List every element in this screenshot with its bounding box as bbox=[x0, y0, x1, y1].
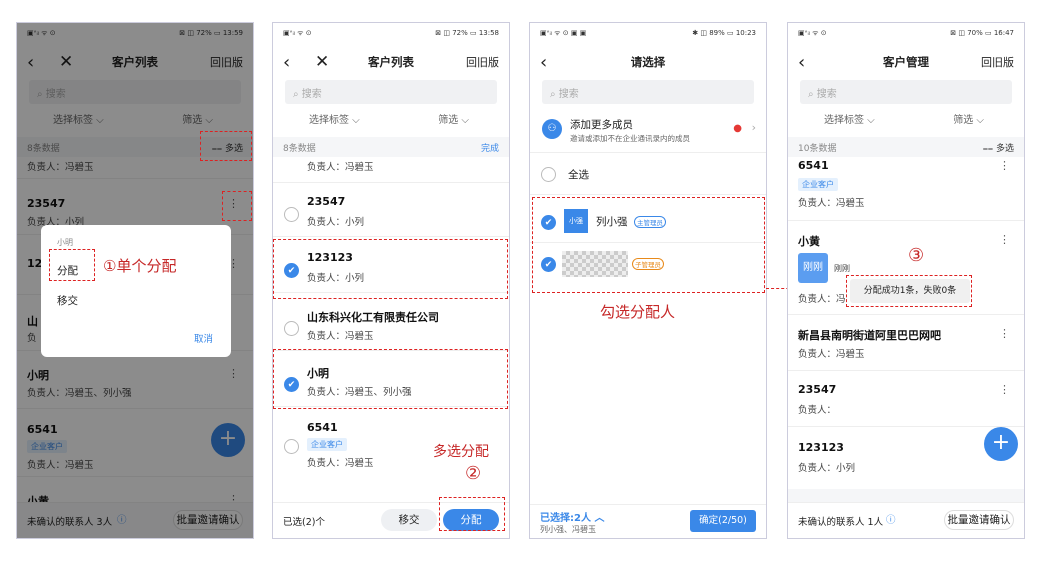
spacer bbox=[788, 489, 1024, 503]
help-icon[interactable]: ⓘ bbox=[886, 512, 896, 526]
checkbox[interactable] bbox=[541, 167, 556, 182]
count-label: 10条数据 bbox=[798, 144, 837, 154]
batch-invite-button[interactable]: 批量邀请确认 bbox=[944, 510, 1014, 530]
avatar: 刚刚 bbox=[798, 253, 828, 283]
search-input[interactable]: ⌕ 搜索 bbox=[800, 80, 1012, 104]
screen-4: ▣ᵛᵢₗ ᯤ ⊙ ⊠ ◫ 70% ▭ 16:47 ‹ 客户管理 回旧版 ⌕ 搜索 选择… bbox=[787, 22, 1025, 539]
list-item[interactable]: 23547 负责人： ⋮ bbox=[788, 379, 1024, 427]
more-icon[interactable]: ⋮ bbox=[999, 159, 1010, 172]
tag-filter[interactable]: 选择标签 ⌵ bbox=[309, 111, 360, 126]
status-right: ✱ ◫ 89% ▭ 10:23 bbox=[692, 29, 756, 37]
status-left: ▣ᵛᵢₗ ᯤ ⊙ bbox=[283, 28, 312, 37]
status-right: ⊠ ◫ 72% ▭ 13:58 bbox=[435, 29, 499, 37]
done-button[interactable]: 完成 bbox=[481, 141, 499, 154]
checkbox[interactable] bbox=[284, 439, 299, 454]
highlight-box bbox=[532, 197, 765, 293]
transfer-option[interactable]: 移交 bbox=[57, 293, 78, 308]
screen-3: ▣ᵛᵢₗ ᯤ ⊙ ▣ ▣ ✱ ◫ 89% ▭ 10:23 ‹ 请选择 ⌕ 搜索 ⚇ … bbox=[529, 22, 767, 539]
red-dot-icon: ● bbox=[733, 123, 742, 134]
cancel-button[interactable]: 取消 bbox=[194, 331, 213, 345]
annotation-multi: 多选分配 bbox=[433, 444, 489, 460]
list-item[interactable]: 23547 负责人：小列 bbox=[273, 189, 509, 237]
checkbox[interactable] bbox=[284, 207, 299, 222]
highlight-box bbox=[200, 131, 252, 161]
list-item[interactable]: 6541 企业客户 负责人：冯碧玉 ⋮ bbox=[788, 157, 1024, 221]
select-all-label: 全选 bbox=[568, 169, 589, 181]
annotation-step-3: ③ bbox=[908, 245, 925, 266]
old-version-link[interactable]: 回旧版 bbox=[466, 54, 499, 70]
customer-tag: 企业客户 bbox=[307, 438, 347, 451]
search-input[interactable]: ⌕ 搜索 bbox=[285, 80, 497, 104]
annotation-step-2: ② bbox=[465, 463, 482, 484]
filter-dropdown[interactable]: 筛选 ⌵ bbox=[953, 111, 984, 126]
add-member-row[interactable]: ⚇ 添加更多成员 邀请或添加不在企业通讯录内的成员 ● › bbox=[530, 111, 766, 153]
screen-1: ▣ᵛᵢₗ ᯤ ⊙ ⊠ ◫ 72% ▭ 13:59 ‹ ✕ 客户列表 回旧版 ⌕ 搜索 选… bbox=[16, 22, 254, 539]
add-member-subtitle: 邀请或添加不在企业通讯录内的成员 bbox=[570, 134, 690, 143]
count-label: 8条数据 bbox=[283, 144, 316, 154]
customer-tag: 企业客户 bbox=[798, 178, 838, 191]
popup-title: 小明 bbox=[57, 238, 73, 247]
selected-count[interactable]: 已选择:2人 ︿ bbox=[540, 509, 604, 524]
avatar-name: 刚刚 bbox=[834, 264, 850, 273]
bottom-bar: 未确认的联系人 1人 ⓘ 批量邀请确认 bbox=[788, 502, 1024, 538]
add-member-title: 添加更多成员 bbox=[570, 119, 633, 131]
old-version-link[interactable]: 回旧版 bbox=[981, 54, 1014, 70]
highlight-box bbox=[222, 191, 252, 221]
search-input[interactable]: ⌕ 搜索 bbox=[542, 80, 754, 104]
list-item[interactable]: 负责人：冯碧玉 bbox=[273, 157, 509, 183]
more-icon[interactable]: ⋮ bbox=[999, 327, 1010, 340]
page-title: 请选择 bbox=[630, 55, 666, 69]
unconfirmed-label: 未确认的联系人 1人 bbox=[798, 517, 884, 528]
bottom-bar: 已选择:2人 ︿ 列小强、冯碧玉 确定(2/50) bbox=[530, 504, 766, 538]
annotation-select: 勾选分配人 bbox=[600, 303, 676, 321]
selected-count: 已选(2)个 bbox=[283, 517, 325, 528]
status-right: ⊠ ◫ 70% ▭ 16:47 bbox=[950, 29, 1014, 37]
count-bar: 10条数据 ⩵ 多选 bbox=[788, 137, 1024, 157]
confirm-button[interactable]: 确定(2/50) bbox=[690, 510, 756, 532]
multi-select-button[interactable]: ⩵ 多选 bbox=[983, 141, 1014, 154]
assign-popup: 小明 分配 移交 取消 bbox=[41, 225, 231, 357]
status-left: ▣ᵛᵢₗ ᯤ ⊙ ▣ ▣ bbox=[540, 28, 587, 37]
list-item[interactable]: 新昌县南明街道阿里巴巴网吧 负责人：冯碧玉 ⋮ bbox=[788, 323, 1024, 371]
highlight-box bbox=[846, 275, 972, 307]
transfer-button[interactable]: 移交 bbox=[381, 509, 437, 531]
selected-names: 列小强、冯碧玉 bbox=[540, 525, 596, 534]
checkbox[interactable] bbox=[284, 321, 299, 336]
add-button[interactable]: + bbox=[984, 427, 1018, 461]
highlight-box bbox=[273, 349, 508, 409]
list-item[interactable]: 山东科兴化工有限责任公司 负责人：冯碧玉 bbox=[273, 303, 509, 351]
screen-2: ▣ᵛᵢₗ ᯤ ⊙ ⊠ ◫ 72% ▭ 13:58 ‹ ✕ 客户列表 回旧版 ⌕ 搜索 选… bbox=[272, 22, 510, 539]
select-all-row[interactable]: 全选 bbox=[530, 155, 766, 195]
highlight-box bbox=[49, 249, 95, 281]
status-left: ▣ᵛᵢₗ ᯤ ⊙ bbox=[798, 28, 827, 37]
add-member-icon: ⚇ bbox=[542, 119, 562, 139]
annotation-single: ①单个分配 bbox=[103, 257, 177, 275]
highlight-box bbox=[439, 497, 505, 531]
more-icon[interactable]: ⋮ bbox=[999, 233, 1010, 246]
filter-dropdown[interactable]: 筛选 ⌵ bbox=[438, 111, 469, 126]
highlight-box bbox=[273, 239, 508, 299]
count-bar: 8条数据 完成 bbox=[273, 137, 509, 157]
more-icon[interactable]: ⋮ bbox=[999, 383, 1010, 396]
tag-filter[interactable]: 选择标签 ⌵ bbox=[824, 111, 875, 126]
chevron-right-icon: › bbox=[751, 121, 756, 134]
